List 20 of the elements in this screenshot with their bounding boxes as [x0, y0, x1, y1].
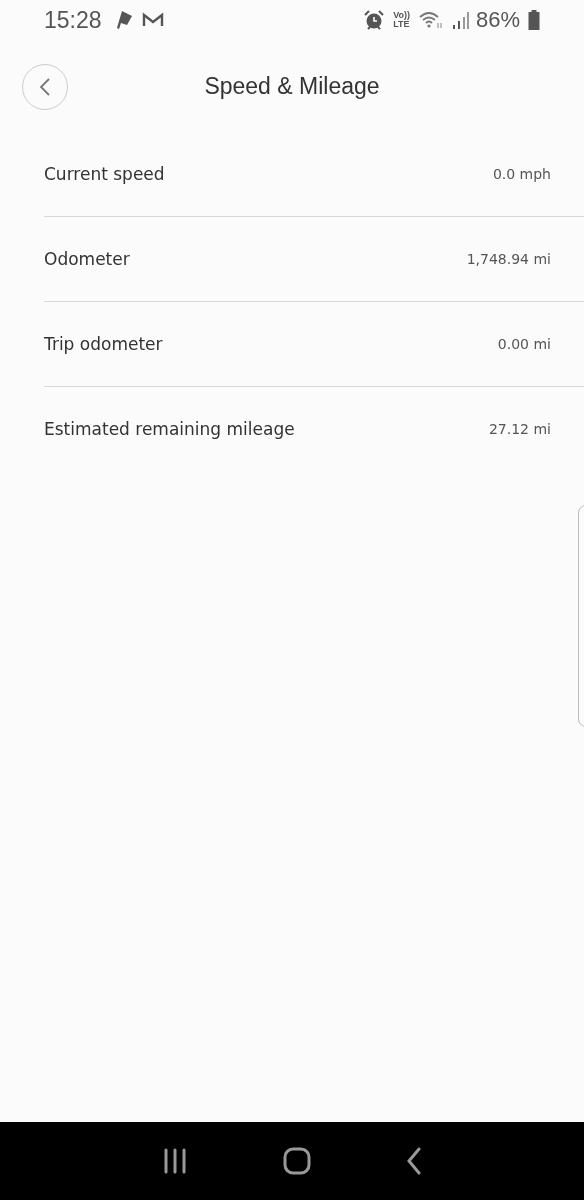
- row-value: 0.0 mph: [492, 166, 551, 182]
- row-value: 0.00 mi: [497, 336, 551, 352]
- row-value: 27.12 mi: [488, 421, 551, 437]
- home-icon[interactable]: [283, 1147, 311, 1175]
- row-value: 1,748.94 mi: [466, 251, 551, 267]
- alarm-icon: [363, 9, 386, 31]
- back-icon[interactable]: [405, 1147, 422, 1175]
- recent-apps-icon[interactable]: [162, 1148, 189, 1174]
- row-label: Trip odometer: [44, 334, 163, 354]
- volte-label: Vo)) LTE: [393, 11, 410, 29]
- wifi-icon: [417, 10, 444, 30]
- battery-icon: [528, 10, 540, 30]
- row-label: Estimated remaining mileage: [44, 419, 295, 439]
- row-label: Odometer: [44, 249, 130, 269]
- mail-icon: [141, 12, 164, 28]
- status-time: 15:28: [44, 6, 102, 34]
- row-label: Current speed: [44, 164, 165, 184]
- battery-level: 86%: [475, 7, 520, 33]
- signal-icon: [451, 10, 470, 30]
- page-title: Speed & Mileage: [204, 72, 380, 100]
